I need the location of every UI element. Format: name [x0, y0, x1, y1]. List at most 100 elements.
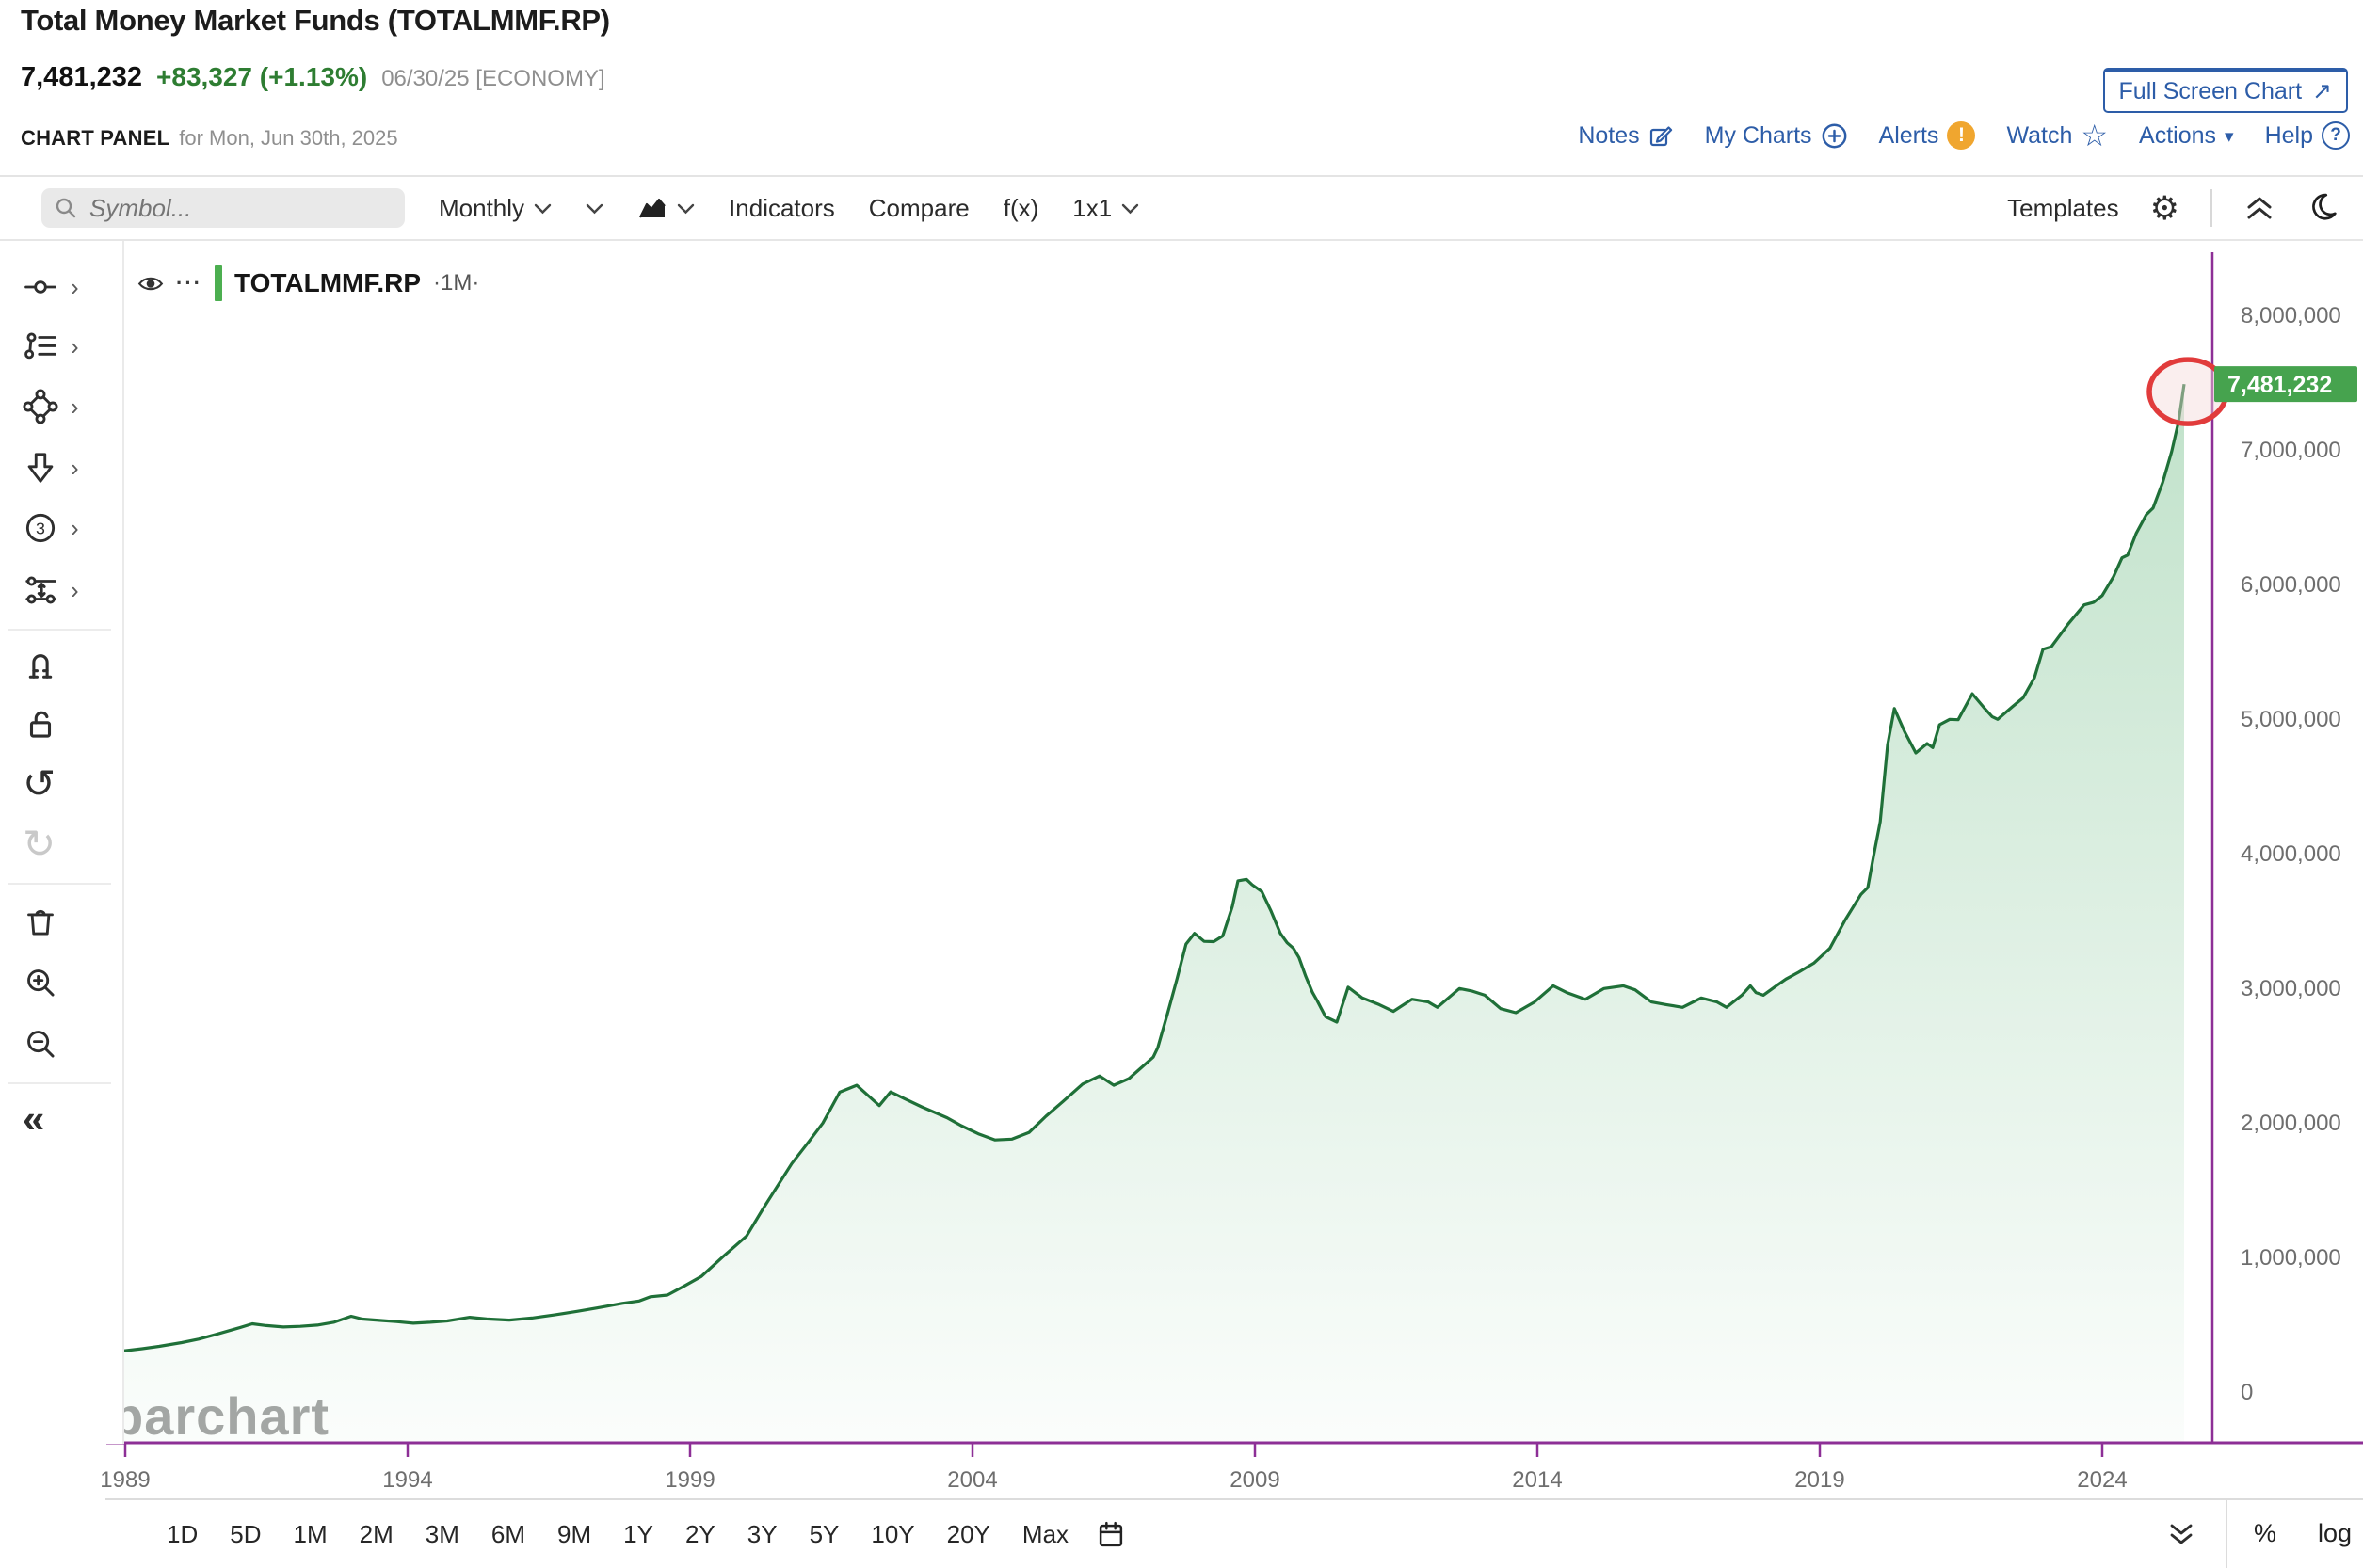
chevron-down-icon	[534, 202, 552, 215]
x-axis-labels: 19891994199920042009201420192024	[100, 1467, 2127, 1493]
templates-button[interactable]: Templates	[2007, 194, 2119, 223]
gear-icon[interactable]: ⚙	[2150, 192, 2179, 225]
percent-scale-button[interactable]: %	[2254, 1519, 2276, 1548]
functions-button[interactable]: f(x)	[1004, 194, 1039, 223]
drawing-tools-sidebar: ››››3››↺↻«	[0, 241, 124, 1444]
chevron-right-icon: ›	[71, 334, 79, 359]
range-2y-button[interactable]: 2Y	[669, 1520, 731, 1549]
range-2m-button[interactable]: 2M	[344, 1520, 410, 1549]
svg-text:2009: 2009	[1230, 1467, 1279, 1493]
svg-text:1,000,000: 1,000,000	[2241, 1245, 2341, 1271]
range-3y-button[interactable]: 3Y	[731, 1520, 794, 1549]
measure-tool-button[interactable]: ›	[23, 269, 79, 305]
series-legend: ··· TOTALMMF.RP ·1M·	[137, 265, 479, 301]
chevron-right-icon: ›	[71, 275, 79, 299]
last-price-badge: 7,481,232	[2214, 366, 2357, 402]
svg-text:0: 0	[2241, 1380, 2253, 1405]
delete-drawings-button[interactable]	[23, 904, 58, 939]
range-toolbar: 1D5D1M2M3M6M9M1Y2Y3Y5Y10Y20YMax % log	[105, 1498, 2363, 1568]
calendar-icon[interactable]	[1098, 1521, 1124, 1548]
chevron-right-icon: ›	[71, 394, 79, 419]
svg-text:1989: 1989	[100, 1467, 150, 1493]
range-5d-button[interactable]: 5D	[214, 1520, 277, 1549]
range-1m-button[interactable]: 1M	[278, 1520, 344, 1549]
range-6m-button[interactable]: 6M	[475, 1520, 541, 1549]
unlock-drawings-button[interactable]	[23, 706, 58, 742]
external-arrow-icon: ↗	[2312, 77, 2332, 105]
log-scale-button[interactable]: log	[2318, 1519, 2352, 1548]
indicators-button[interactable]: Indicators	[729, 194, 835, 223]
panel-date: for Mon, Jun 30th, 2025	[179, 126, 397, 151]
range-buttons: 1D5D1M2M3M6M9M1Y2Y3Y5Y10Y20YMax	[151, 1520, 1085, 1549]
y-axis-labels: 8,000,0007,000,0006,000,0005,000,0004,00…	[2241, 303, 2341, 1405]
symbol-search-input[interactable]	[88, 193, 346, 224]
svg-text:1994: 1994	[382, 1467, 432, 1493]
svg-text:8,000,000: 8,000,000	[2241, 303, 2341, 328]
eye-icon[interactable]	[137, 274, 164, 294]
annotation-list-tool-button[interactable]: ›	[23, 328, 79, 364]
x-axis-ticks	[125, 1443, 2102, 1457]
undo-button[interactable]: ↺	[23, 764, 56, 804]
help-link[interactable]: Help?	[2265, 121, 2350, 150]
watch-link[interactable]: Watch☆	[2006, 120, 2108, 151]
range-9m-button[interactable]: 9M	[541, 1520, 607, 1549]
shape-tool-button[interactable]: ›	[23, 389, 79, 424]
chart-toolbar: Monthly Indicators Compare f(x) 1x1 Temp…	[0, 175, 2363, 241]
panel-caption: CHART PANEL for Mon, Jun 30th, 2025	[21, 126, 398, 151]
layout-dropdown[interactable]: 1x1	[1072, 194, 1139, 223]
zoom-in-button[interactable]	[23, 965, 58, 1000]
zoom-out-button[interactable]	[23, 1026, 58, 1062]
range-3m-button[interactable]: 3M	[410, 1520, 475, 1549]
redo-button[interactable]: ↻	[23, 824, 56, 864]
chevron-down-icon	[1121, 202, 1139, 215]
chevron-right-icon: ›	[71, 516, 79, 540]
sidebar-divider	[8, 1082, 111, 1084]
caret-down-icon: ▾	[2225, 123, 2234, 148]
chart-type-dropdown[interactable]	[637, 197, 695, 219]
fibonacci-tool-button[interactable]: 3›	[23, 510, 79, 546]
aggregation-dropdown[interactable]	[586, 202, 603, 215]
last-price: 7,481,232	[21, 62, 142, 93]
svg-text:5,000,000: 5,000,000	[2241, 707, 2341, 732]
my-charts-link[interactable]: My Charts	[1705, 122, 1848, 150]
redo-icon: ↻	[23, 824, 56, 864]
notes-link[interactable]: Notes	[1578, 122, 1673, 150]
actions-link[interactable]: Actions▾	[2139, 122, 2234, 150]
quote-summary: 7,481,232 +83,327 (+1.13%) 06/30/25 [ECO…	[21, 62, 605, 93]
page-title: Total Money Market Funds (TOTALMMF.RP)	[21, 4, 610, 38]
svg-text:1999: 1999	[665, 1467, 715, 1493]
collapse-footer-icon[interactable]	[2167, 1523, 2195, 1545]
alert-badge-icon: !	[1947, 121, 1975, 150]
alerts-link[interactable]: Alerts!	[1879, 121, 1976, 150]
dark-mode-moon-icon[interactable]	[2307, 192, 2339, 224]
series-symbol: TOTALMMF.RP	[234, 268, 421, 298]
collapse-toolbar-icon[interactable]	[2243, 196, 2275, 220]
collapse-sidebar-button[interactable]: «	[23, 1099, 44, 1139]
channel-tool-button[interactable]: ›	[23, 572, 79, 608]
compare-button[interactable]: Compare	[869, 194, 970, 223]
full-screen-chart-button[interactable]: Full Screen Chart ↗	[2103, 68, 2348, 113]
series-color-bar	[215, 265, 222, 301]
scale-buttons: % log	[2226, 1498, 2363, 1568]
range-10y-button[interactable]: 10Y	[855, 1520, 930, 1549]
range-max-button[interactable]: Max	[1006, 1520, 1085, 1549]
range-1d-button[interactable]: 1D	[151, 1520, 214, 1549]
area-fill	[105, 384, 2184, 1443]
symbol-search-box[interactable]	[41, 188, 405, 228]
magnet-mode-button[interactable]	[23, 646, 58, 681]
svg-text:7,481,232: 7,481,232	[2227, 372, 2332, 398]
series-menu-icon[interactable]: ···	[176, 271, 202, 296]
header-links: Notes My Charts Alerts! Watch☆ Actions▾ Help?	[1578, 120, 2350, 151]
chevron-down-icon	[677, 202, 695, 215]
period-dropdown[interactable]: Monthly	[439, 194, 552, 223]
svg-text:4,000,000: 4,000,000	[2241, 841, 2341, 867]
full-screen-label: Full Screen Chart	[2119, 78, 2303, 105]
svg-text:7,000,000: 7,000,000	[2241, 438, 2341, 463]
undo-icon: ↺	[23, 764, 56, 804]
arrow-tool-button[interactable]: ›	[23, 450, 79, 486]
sidebar-divider	[8, 629, 111, 631]
range-5y-button[interactable]: 5Y	[794, 1520, 856, 1549]
range-1y-button[interactable]: 1Y	[607, 1520, 669, 1549]
range-20y-button[interactable]: 20Y	[931, 1520, 1006, 1549]
svg-text:2004: 2004	[947, 1467, 997, 1493]
